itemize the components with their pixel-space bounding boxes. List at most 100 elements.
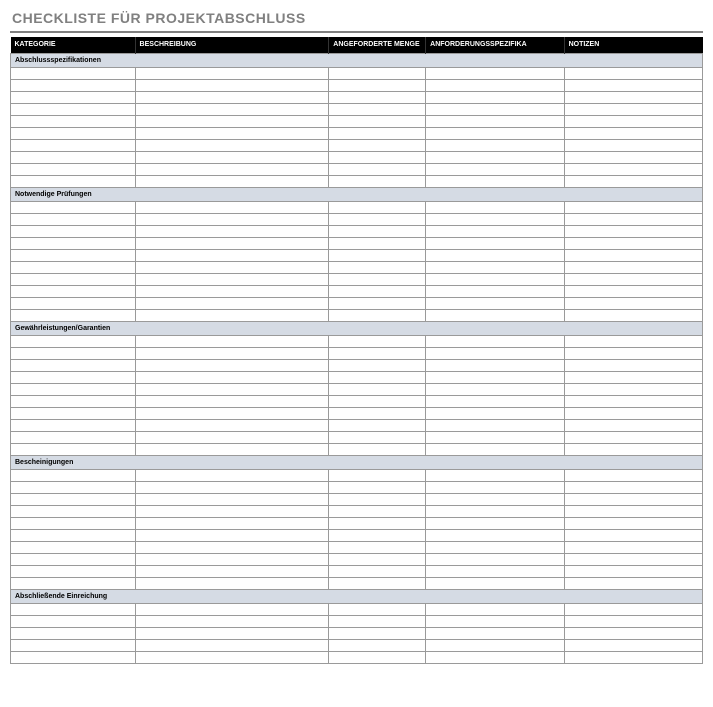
table-cell[interactable] — [329, 103, 426, 115]
table-cell[interactable] — [11, 175, 136, 187]
table-cell[interactable] — [135, 237, 329, 249]
table-cell[interactable] — [564, 639, 702, 651]
table-cell[interactable] — [426, 335, 564, 347]
table-cell[interactable] — [426, 553, 564, 565]
table-cell[interactable] — [135, 309, 329, 321]
table-cell[interactable] — [135, 505, 329, 517]
table-cell[interactable] — [564, 237, 702, 249]
table-cell[interactable] — [329, 79, 426, 91]
table-cell[interactable] — [329, 225, 426, 237]
table-cell[interactable] — [11, 603, 136, 615]
table-cell[interactable] — [11, 273, 136, 285]
table-cell[interactable] — [135, 383, 329, 395]
table-cell[interactable] — [426, 517, 564, 529]
table-cell[interactable] — [564, 615, 702, 627]
table-cell[interactable] — [135, 493, 329, 505]
table-cell[interactable] — [135, 431, 329, 443]
table-cell[interactable] — [135, 151, 329, 163]
table-cell[interactable] — [426, 577, 564, 589]
table-cell[interactable] — [564, 469, 702, 481]
table-cell[interactable] — [11, 383, 136, 395]
table-cell[interactable] — [426, 67, 564, 79]
table-cell[interactable] — [135, 139, 329, 151]
table-cell[interactable] — [426, 443, 564, 455]
table-cell[interactable] — [135, 163, 329, 175]
table-cell[interactable] — [135, 103, 329, 115]
table-cell[interactable] — [11, 359, 136, 371]
table-cell[interactable] — [11, 309, 136, 321]
table-cell[interactable] — [426, 115, 564, 127]
table-cell[interactable] — [11, 151, 136, 163]
table-cell[interactable] — [426, 529, 564, 541]
table-cell[interactable] — [11, 639, 136, 651]
table-cell[interactable] — [329, 115, 426, 127]
table-cell[interactable] — [329, 529, 426, 541]
table-cell[interactable] — [135, 481, 329, 493]
table-cell[interactable] — [426, 371, 564, 383]
table-cell[interactable] — [135, 407, 329, 419]
table-cell[interactable] — [564, 151, 702, 163]
table-cell[interactable] — [426, 347, 564, 359]
table-cell[interactable] — [426, 383, 564, 395]
table-cell[interactable] — [564, 603, 702, 615]
table-cell[interactable] — [135, 225, 329, 237]
table-cell[interactable] — [564, 347, 702, 359]
table-cell[interactable] — [329, 541, 426, 553]
table-cell[interactable] — [329, 335, 426, 347]
table-cell[interactable] — [564, 505, 702, 517]
table-cell[interactable] — [426, 201, 564, 213]
table-cell[interactable] — [426, 309, 564, 321]
table-cell[interactable] — [426, 565, 564, 577]
table-cell[interactable] — [329, 273, 426, 285]
table-cell[interactable] — [564, 67, 702, 79]
table-cell[interactable] — [564, 565, 702, 577]
table-cell[interactable] — [426, 127, 564, 139]
table-cell[interactable] — [564, 431, 702, 443]
table-cell[interactable] — [135, 67, 329, 79]
table-cell[interactable] — [135, 651, 329, 663]
table-cell[interactable] — [426, 639, 564, 651]
table-cell[interactable] — [564, 335, 702, 347]
table-cell[interactable] — [564, 91, 702, 103]
table-cell[interactable] — [329, 565, 426, 577]
table-cell[interactable] — [135, 553, 329, 565]
table-cell[interactable] — [426, 103, 564, 115]
table-cell[interactable] — [564, 175, 702, 187]
table-cell[interactable] — [426, 651, 564, 663]
table-cell[interactable] — [329, 651, 426, 663]
table-cell[interactable] — [11, 67, 136, 79]
table-cell[interactable] — [564, 225, 702, 237]
table-cell[interactable] — [426, 407, 564, 419]
table-cell[interactable] — [329, 553, 426, 565]
table-cell[interactable] — [564, 273, 702, 285]
table-cell[interactable] — [135, 335, 329, 347]
table-cell[interactable] — [564, 139, 702, 151]
table-cell[interactable] — [426, 139, 564, 151]
table-cell[interactable] — [329, 163, 426, 175]
table-cell[interactable] — [135, 443, 329, 455]
table-cell[interactable] — [135, 639, 329, 651]
table-cell[interactable] — [329, 627, 426, 639]
table-cell[interactable] — [426, 297, 564, 309]
table-cell[interactable] — [426, 213, 564, 225]
table-cell[interactable] — [564, 297, 702, 309]
table-cell[interactable] — [564, 309, 702, 321]
table-cell[interactable] — [426, 615, 564, 627]
table-cell[interactable] — [135, 115, 329, 127]
table-cell[interactable] — [11, 553, 136, 565]
table-cell[interactable] — [426, 541, 564, 553]
table-cell[interactable] — [11, 297, 136, 309]
table-cell[interactable] — [11, 139, 136, 151]
table-cell[interactable] — [11, 347, 136, 359]
table-cell[interactable] — [135, 285, 329, 297]
table-cell[interactable] — [564, 127, 702, 139]
table-cell[interactable] — [426, 163, 564, 175]
table-cell[interactable] — [135, 359, 329, 371]
table-cell[interactable] — [11, 115, 136, 127]
table-cell[interactable] — [11, 541, 136, 553]
table-cell[interactable] — [11, 419, 136, 431]
table-cell[interactable] — [426, 225, 564, 237]
table-cell[interactable] — [11, 249, 136, 261]
table-cell[interactable] — [135, 297, 329, 309]
table-cell[interactable] — [329, 407, 426, 419]
